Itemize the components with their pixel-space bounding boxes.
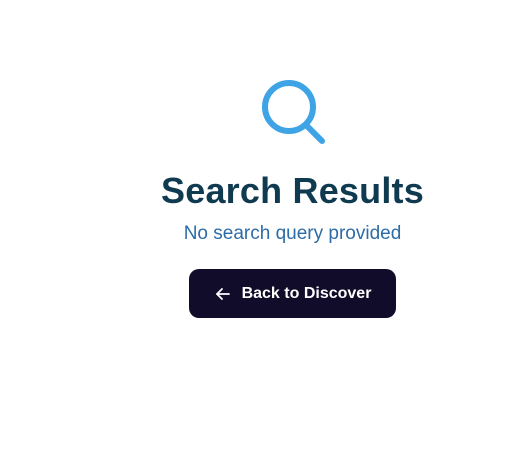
search-icon	[261, 80, 325, 144]
back-button-label: Back to Discover	[241, 284, 372, 302]
search-results-page: Search Results No search query provided …	[0, 0, 531, 471]
arrow-left-icon	[215, 287, 230, 300]
page-title: Search Results	[161, 170, 424, 211]
empty-message: No search query provided	[183, 223, 402, 244]
back-to-discover-button[interactable]: Back to Discover	[189, 269, 396, 318]
empty-state: Search Results No search query provided …	[0, 0, 531, 318]
